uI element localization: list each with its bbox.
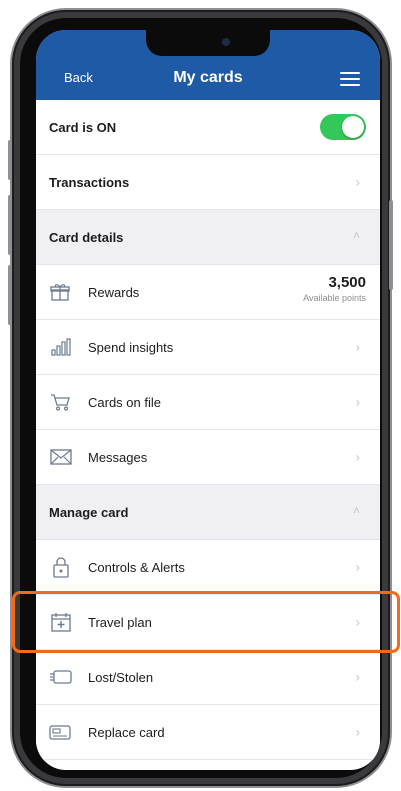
- card-status-row: Card is ON: [36, 100, 380, 155]
- cards-on-file-row[interactable]: Cards on file ›: [36, 375, 380, 430]
- card-status-label: Card is ON: [49, 119, 117, 135]
- card-stolen-icon: [49, 665, 73, 689]
- replace-card-row[interactable]: Replace card ›: [36, 705, 380, 760]
- chevron-right-icon: ›: [355, 339, 360, 355]
- chevron-right-icon: ›: [355, 394, 360, 410]
- rewards-points: 3,500 Available points: [303, 274, 366, 303]
- spend-insights-label: Spend insights: [88, 339, 174, 355]
- transactions-row[interactable]: Transactions ›: [36, 155, 380, 210]
- cart-icon: [49, 390, 73, 414]
- chevron-right-icon: ›: [355, 449, 360, 465]
- manage-card-section-header[interactable]: Manage card ˄: [36, 485, 380, 540]
- manage-card-section-label: Manage card: [49, 504, 129, 520]
- controls-alerts-row[interactable]: Controls & Alerts ›: [36, 540, 380, 595]
- lost-stolen-row[interactable]: Lost/Stolen ›: [36, 650, 380, 705]
- card-settings-list: Card is ON Transactions › Card details ˄…: [36, 100, 380, 760]
- rewards-icon: [49, 280, 73, 304]
- cards-on-file-label: Cards on file: [88, 394, 161, 410]
- spend-insights-row[interactable]: Spend insights ›: [36, 320, 380, 375]
- chevron-up-icon: ˄: [352, 503, 360, 518]
- rewards-row[interactable]: Rewards 3,500 Available points: [36, 265, 380, 320]
- chevron-right-icon: ›: [355, 669, 360, 685]
- card-details-section-header[interactable]: Card details ˄: [36, 210, 380, 265]
- toggle-knob: [342, 116, 364, 138]
- transactions-label: Transactions: [49, 174, 130, 190]
- phone-notch: [146, 30, 270, 56]
- app-screen: Back My cards Card is ON Transactions › …: [36, 30, 380, 770]
- points-caption: Available points: [303, 293, 366, 303]
- phone-side-button: [8, 265, 12, 325]
- lock-icon: [49, 555, 73, 579]
- phone-side-button: [8, 195, 12, 255]
- phone-side-button: [8, 140, 12, 180]
- bar-chart-icon: [49, 335, 73, 359]
- messages-label: Messages: [88, 449, 148, 465]
- hamburger-menu-icon[interactable]: [340, 72, 360, 86]
- controls-alerts-label: Controls & Alerts: [88, 559, 185, 575]
- chevron-right-icon: ›: [355, 559, 360, 575]
- points-value: 3,500: [328, 274, 366, 291]
- chevron-right-icon: ›: [355, 724, 360, 740]
- card-on-toggle[interactable]: [320, 114, 366, 140]
- camera-icon: [222, 38, 230, 46]
- chevron-right-icon: ›: [355, 174, 360, 190]
- travel-plan-highlight: [12, 591, 400, 653]
- rewards-label: Rewards: [88, 284, 140, 300]
- replace-card-label: Replace card: [88, 724, 165, 740]
- messages-row[interactable]: Messages ›: [36, 430, 380, 485]
- card-details-section-label: Card details: [49, 229, 124, 245]
- page-title: My cards: [173, 69, 243, 86]
- card-replace-icon: [49, 720, 73, 744]
- envelope-icon: [49, 445, 73, 469]
- lost-stolen-label: Lost/Stolen: [88, 669, 154, 685]
- chevron-up-icon: ˄: [352, 228, 360, 243]
- phone-power-button: [389, 200, 393, 290]
